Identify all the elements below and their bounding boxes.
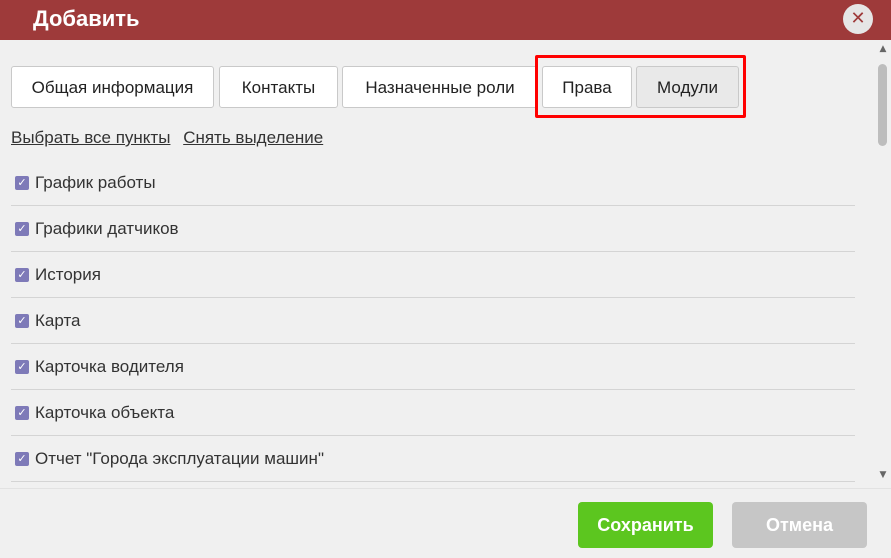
save-button[interactable]: Сохранить: [578, 502, 713, 548]
selection-links: Выбрать все пункты Снять выделение: [11, 128, 331, 148]
footer-divider: [0, 488, 891, 489]
list-item[interactable]: ✓ Карточка водителя: [11, 344, 855, 390]
tab-modules[interactable]: Модули: [636, 66, 739, 108]
checkbox-checked-icon[interactable]: ✓: [15, 221, 29, 236]
list-item[interactable]: ✓ Карта: [11, 298, 855, 344]
checkbox-checked-icon[interactable]: ✓: [15, 175, 29, 190]
cancel-button[interactable]: Отмена: [732, 502, 867, 548]
list-item-label: История: [35, 264, 101, 284]
tab-rights[interactable]: Права: [542, 66, 632, 108]
list-item[interactable]: ✓ Графики датчиков: [11, 206, 855, 252]
list-item-label: Отчет "Города эксплуатации машин": [35, 448, 324, 468]
list-item-label: Карточка водителя: [35, 356, 184, 376]
checkbox-checked-icon[interactable]: ✓: [15, 313, 29, 328]
list-item-label: Карта: [35, 310, 81, 330]
dialog-titlebar: Добавить ✕: [0, 0, 891, 40]
tab-assigned-roles[interactable]: Назначенные роли: [342, 66, 538, 108]
tab-general-info[interactable]: Общая информация: [11, 66, 214, 108]
checkbox-checked-icon[interactable]: ✓: [15, 359, 29, 374]
select-all-link[interactable]: Выбрать все пункты: [11, 128, 170, 147]
scrollbar-thumb[interactable]: [878, 64, 887, 146]
checkbox-checked-icon[interactable]: ✓: [15, 267, 29, 282]
scroll-down-icon[interactable]: ▼: [875, 468, 891, 482]
deselect-link[interactable]: Снять выделение: [183, 128, 323, 147]
checkbox-checked-icon[interactable]: ✓: [15, 451, 29, 466]
list-item-label: Графики датчиков: [35, 218, 179, 238]
scroll-up-icon[interactable]: ▲: [875, 42, 891, 56]
list-item[interactable]: ✓ График работы: [11, 160, 855, 206]
list-item[interactable]: ✓ Отчет "Города эксплуатации машин": [11, 436, 855, 482]
list-item-label: Карточка объекта: [35, 402, 175, 422]
list-item[interactable]: ✓ История: [11, 252, 855, 298]
close-icon[interactable]: ✕: [843, 4, 873, 34]
list-item-label: График работы: [35, 172, 156, 192]
list-item[interactable]: ✓ Карточка объекта: [11, 390, 855, 436]
vertical-scrollbar[interactable]: ▲ ▼: [875, 40, 891, 488]
tab-contacts[interactable]: Контакты: [219, 66, 338, 108]
modules-list: ✓ График работы ✓ Графики датчиков ✓ Ист…: [11, 160, 855, 482]
checkbox-checked-icon[interactable]: ✓: [15, 405, 29, 420]
dialog-title: Добавить: [33, 6, 140, 31]
